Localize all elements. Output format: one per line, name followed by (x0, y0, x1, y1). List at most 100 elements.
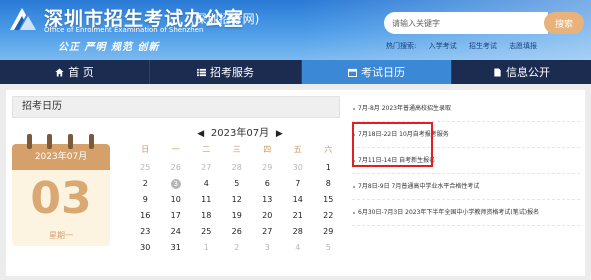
calendar-day[interactable]: 4 (191, 176, 222, 192)
nav-item-home[interactable]: 首 页 (0, 60, 150, 84)
calendar-icon (348, 68, 357, 77)
search-bar: 搜索 (384, 12, 584, 34)
calendar-day[interactable]: 27 (191, 160, 222, 176)
calendar-day[interactable]: 1 (191, 240, 222, 256)
calendar-day[interactable]: 26 (222, 224, 253, 240)
home-icon (55, 67, 64, 77)
date-card: 2023年07月 03 星期一 (12, 134, 110, 246)
list-icon (197, 68, 206, 76)
calendar-month-title: 2023年07月 (210, 128, 270, 139)
calendar-day[interactable]: 16 (130, 208, 161, 224)
hot-search-label: 热门搜索: (386, 42, 417, 50)
calendar-header: ◀ 2023年07月 ▶ (140, 124, 340, 139)
weekday-label: 四 (263, 145, 272, 154)
calendar-day[interactable]: 23 (130, 224, 161, 240)
calendar-day[interactable]: 7 (283, 176, 314, 192)
calendar-day[interactable]: 17 (161, 208, 192, 224)
weekday-label: 五 (293, 145, 302, 154)
binder-ring (68, 134, 73, 149)
main-panel: 招考日历 2023年07月 03 星期一 ◀ 2023年07月 ▶ 日 一 二 三 四 五… (6, 90, 585, 276)
binder-ring (27, 134, 32, 149)
nav-item-label: 信息公开 (506, 66, 550, 79)
site-header: 深圳市招生考试办公室 (深圳招考网) Office of Enrolment E… (0, 0, 591, 60)
calendar-day[interactable]: 28 (283, 224, 314, 240)
nav-item-services[interactable]: 招考服务 (150, 60, 302, 84)
binder-ring (47, 134, 52, 149)
nav-item-label: 考试日历 (361, 66, 405, 79)
logo-icon (10, 8, 36, 30)
calendar-day[interactable]: 20 (252, 208, 283, 224)
calendar-week-row: 23 24 25 26 27 28 29 (130, 224, 344, 240)
hot-search-link[interactable]: 入学考试 (429, 42, 457, 50)
calendar-day[interactable]: 3 (252, 240, 283, 256)
next-month-button[interactable]: ▶ (272, 129, 286, 139)
today-marker: 3 (170, 179, 181, 189)
calendar-day[interactable]: 22 (313, 208, 344, 224)
date-card-weekday: 星期一 (49, 231, 73, 240)
calendar-day[interactable]: 1 (313, 160, 344, 176)
calendar-day[interactable]: 2 (130, 176, 161, 192)
hot-search: 热门搜索: 入学考试 招生考试 志愿填报 (386, 41, 547, 51)
section-title: 招考日历 (12, 96, 340, 118)
binder-ring (89, 134, 94, 149)
search-button[interactable]: 搜索 (544, 12, 584, 34)
weekday-label: 六 (324, 145, 333, 154)
site-english-name: Office of Enrolment Examination of Shenz… (44, 26, 204, 34)
nav-item-exam-calendar[interactable]: 考试日历 (302, 60, 452, 84)
date-card-month: 2023年07月 (34, 152, 88, 162)
event-item[interactable]: 7月-8月 2023年普通高校招生录取 (352, 96, 580, 122)
weekday-header: 日一二三四五六 (130, 144, 344, 155)
calendar-week-row: 16 17 18 19 20 21 22 (130, 208, 344, 224)
calendar-day[interactable]: 6 (252, 176, 283, 192)
calendar-day[interactable]: 29 (252, 160, 283, 176)
calendar-week-row: 25 26 27 28 29 30 1 (130, 160, 344, 176)
calendar-day[interactable]: 18 (191, 208, 222, 224)
weekday-label: 三 (232, 145, 241, 154)
calendar-week-row: 9 10 11 12 13 14 15 (130, 192, 344, 208)
calendar-day[interactable]: 11 (191, 192, 222, 208)
event-item[interactable]: 6月30日-7月3日 2023年下半年全国中小学教师资格考试(笔试)报名 (352, 200, 580, 226)
calendar-week-row: 2345678 (130, 176, 344, 192)
calendar-day[interactable]: 27 (252, 224, 283, 240)
nav-item-info-disclosure[interactable]: 信息公开 (452, 60, 591, 84)
calendar-day[interactable]: 31 (161, 240, 192, 256)
hot-search-link[interactable]: 志愿填报 (509, 42, 537, 50)
prev-month-button[interactable]: ◀ (194, 129, 208, 139)
site-slogan: 公正 严明 规范 创新 (58, 42, 160, 53)
calendar-day[interactable]: 5 (222, 176, 253, 192)
weekday-label: 日 (141, 145, 150, 154)
calendar-day[interactable]: 15 (313, 192, 344, 208)
calendar-day[interactable]: 24 (161, 224, 192, 240)
nav-item-label: 首 页 (68, 66, 94, 79)
search-input[interactable] (384, 12, 548, 34)
calendar-day[interactable]: 29 (313, 224, 344, 240)
calendar-day[interactable]: 21 (283, 208, 314, 224)
calendar-day[interactable]: 12 (222, 192, 253, 208)
calendar-day-today[interactable]: 3 (161, 176, 192, 192)
calendar-day[interactable]: 9 (130, 192, 161, 208)
calendar-day[interactable]: 30 (130, 240, 161, 256)
calendar-day[interactable]: 30 (283, 160, 314, 176)
highlight-box (352, 122, 433, 167)
weekday-label: 二 (202, 145, 211, 154)
hot-search-link[interactable]: 招生考试 (469, 42, 497, 50)
calendar-day[interactable]: 4 (283, 240, 314, 256)
calendar-day[interactable]: 26 (161, 160, 192, 176)
date-card-day: 03 (30, 173, 92, 224)
calendar-day[interactable]: 19 (222, 208, 253, 224)
main-nav: 首 页 招考服务 考试日历 信息公开 (0, 60, 591, 84)
calendar-day[interactable]: 28 (222, 160, 253, 176)
calendar-grid: 25 26 27 28 29 30 1 2 3 4 5 6 7 8 9 10 11 12 13 14 15 16 17 18 1… (130, 160, 344, 256)
calendar-day[interactable]: 8 (313, 176, 344, 192)
calendar-day[interactable]: 25 (191, 224, 222, 240)
document-icon (494, 67, 501, 77)
event-item[interactable]: 7月8日-9日 7月普通高中学业水平合格性考试 (352, 174, 580, 200)
calendar-day[interactable]: 13 (252, 192, 283, 208)
calendar-day[interactable]: 2 (222, 240, 253, 256)
site-subtitle: (深圳招考网) (190, 12, 260, 26)
weekday-label: 一 (171, 145, 180, 154)
calendar-day[interactable]: 5 (313, 240, 344, 256)
calendar-day[interactable]: 25 (130, 160, 161, 176)
calendar-day[interactable]: 10 (161, 192, 192, 208)
calendar-day[interactable]: 14 (283, 192, 314, 208)
